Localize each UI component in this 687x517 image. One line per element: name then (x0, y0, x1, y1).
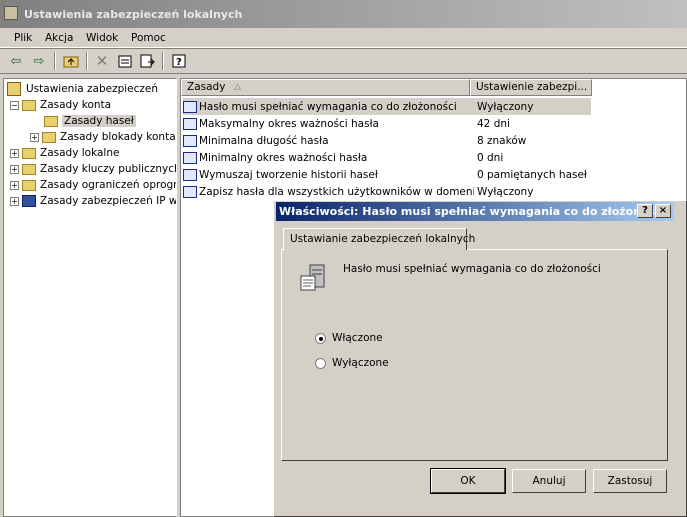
policy-icon (183, 168, 197, 181)
policy-server-icon (298, 262, 330, 297)
policy-value: 0 pamiętanych haseł (477, 168, 587, 181)
folder-icon (22, 147, 36, 159)
up-folder-icon[interactable] (61, 51, 81, 71)
policy-value: 42 dni (477, 117, 510, 130)
help-icon[interactable]: ? (169, 51, 189, 71)
radio-disabled[interactable]: Wyłączone (315, 357, 389, 369)
list-row[interactable]: Minimalny okres ważności hasła 0 dni (183, 149, 591, 166)
tree-item-label: Zasady konta (40, 99, 112, 111)
policy-value: 8 znaków (477, 134, 527, 147)
tree-item-zasady-konta[interactable]: − Zasady konta (10, 97, 111, 113)
svg-text:?: ? (176, 57, 182, 68)
toolbar-separator (54, 52, 56, 70)
column-header-label: Zasady (187, 81, 226, 93)
dialog-close-button[interactable]: × (655, 204, 671, 218)
tree-item-zasady-blokady[interactable]: + Zasady blokady konta (30, 129, 176, 145)
policy-icon (183, 185, 197, 198)
toolbar-separator (86, 52, 88, 70)
app-icon (4, 6, 18, 20)
list-row[interactable]: Maksymalny okres ważności hasła 42 dni (183, 115, 591, 132)
expand-icon[interactable]: + (10, 148, 19, 158)
radio-disabled-indicator[interactable] (315, 357, 326, 369)
tree-item-zasady-hasel[interactable]: Zasady haseł (44, 113, 136, 129)
tree-item-label: Zasady zabezpieczeń IP w (40, 195, 177, 207)
policy-icon (183, 134, 197, 147)
radio-disabled-label: Wyłączone (332, 357, 389, 369)
dialog-title: Właściwości: Hasło musi spełniać wymagan… (279, 205, 666, 218)
policy-icon (183, 117, 197, 130)
collapse-icon[interactable]: − (10, 100, 19, 110)
radio-enabled-label: Włączone (332, 332, 383, 344)
forward-icon[interactable]: ⇨ (29, 51, 49, 71)
tree-root-label: Ustawienia zabezpieczeń (26, 83, 159, 95)
folder-icon (22, 99, 36, 111)
policy-value: Wyłączony (477, 100, 534, 113)
tree-item-zasady-ograniczen[interactable]: + Zasady ograniczeń oprogra (10, 177, 177, 193)
tree-item-zasady-ip[interactable]: + Zasady zabezpieczeń IP w (10, 193, 177, 209)
title-bar: Ustawienia zabezpieczeń lokalnych (0, 0, 687, 28)
menu-akcja[interactable]: Akcja (45, 32, 73, 44)
menu-widok[interactable]: Widok (86, 32, 118, 44)
policy-name: Minimalna długość hasła (199, 134, 329, 147)
policy-description: Hasło musi spełniać wymagania co do złoż… (343, 263, 601, 275)
policy-value: 0 dni (477, 151, 504, 164)
policy-name: Maksymalny okres ważności hasła (199, 117, 379, 130)
toolbar-separator (162, 52, 164, 70)
cancel-button[interactable]: Anuluj (512, 469, 586, 493)
dialog-title-bar[interactable]: Właściwości: Hasło musi spełniać wymagan… (276, 202, 674, 221)
expand-icon[interactable]: + (10, 196, 19, 206)
back-icon[interactable]: ⇦ (6, 51, 26, 71)
expand-icon[interactable]: + (30, 132, 39, 142)
folder-icon (22, 163, 36, 175)
tree-item-label: Zasady blokady konta (60, 131, 176, 143)
policy-value: Wyłączony (477, 185, 534, 198)
tab-panel (281, 249, 668, 461)
column-header-ustawienie[interactable]: Ustawienie zabezpi... (470, 79, 592, 96)
sort-ascending-icon: △ (234, 82, 241, 92)
column-header-zasady[interactable]: Zasady △ (181, 79, 470, 96)
folder-icon (22, 179, 36, 191)
tree-item-label: Zasady kluczy publicznych (40, 163, 177, 175)
apply-button[interactable]: Zastosuj (593, 469, 667, 493)
properties-icon[interactable] (115, 51, 135, 71)
tab-local-security-setting[interactable]: Ustawianie zabezpieczeń lokalnych (283, 228, 475, 250)
radio-enabled[interactable]: Włączone (315, 332, 383, 344)
radio-enabled-indicator[interactable] (315, 332, 326, 344)
export-icon[interactable] (137, 51, 157, 71)
list-row[interactable]: Minimalna długość hasła 8 znaków (183, 132, 591, 149)
policy-icon (183, 100, 197, 113)
menu-plik[interactable]: Plik (14, 32, 32, 44)
policy-name: Zapisz hasła dla wszystkich użytkowników… (199, 185, 474, 198)
tree-item-label: Zasady ograniczeń oprogra (40, 179, 177, 191)
folder-icon (42, 131, 56, 143)
tree-panel: Ustawienia zabezpieczeń − Zasady konta Z… (3, 78, 177, 517)
policy-name: Hasło musi spełniać wymagania co do złoż… (199, 100, 457, 113)
tree-item-label: Zasady lokalne (40, 147, 120, 159)
list-row[interactable]: Wymuszaj tworzenie historii haseł 0 pami… (183, 166, 591, 183)
tree-item-zasady-lokalne[interactable]: + Zasady lokalne (10, 145, 119, 161)
menu-pomoc[interactable]: Pomoc (131, 32, 166, 44)
window-title: Ustawienia zabezpieczeń lokalnych (24, 8, 243, 21)
list-row[interactable]: Hasło musi spełniać wymagania co do złoż… (183, 98, 591, 115)
folder-icon (44, 115, 58, 127)
policy-name: Minimalny okres ważności hasła (199, 151, 368, 164)
ip-security-icon (22, 195, 36, 207)
list-row[interactable]: Zapisz hasła dla wszystkich użytkowników… (183, 183, 591, 200)
expand-icon[interactable]: + (10, 180, 19, 190)
dialog-help-button[interactable]: ? (637, 204, 653, 218)
ok-button[interactable]: OK (430, 468, 506, 494)
policy-name: Wymuszaj tworzenie historii haseł (199, 168, 378, 181)
security-settings-icon (7, 82, 21, 96)
delete-icon[interactable]: ✕ (92, 51, 112, 71)
tree-root[interactable]: Ustawienia zabezpieczeń (7, 81, 158, 97)
tree-item-zasady-kluczy[interactable]: + Zasady kluczy publicznych (10, 161, 177, 177)
policy-icon (183, 151, 197, 164)
expand-icon[interactable]: + (10, 164, 19, 174)
tree-item-label: Zasady haseł (62, 115, 136, 127)
